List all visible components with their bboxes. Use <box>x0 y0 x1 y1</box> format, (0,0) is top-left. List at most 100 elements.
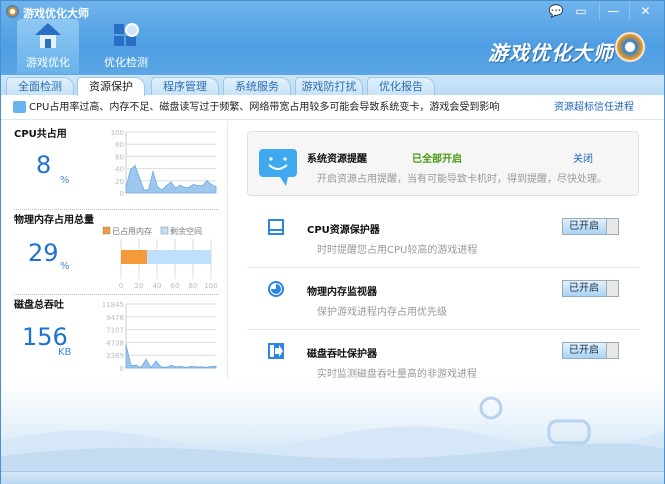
divider <box>14 294 219 295</box>
data-point <box>125 186 127 188</box>
area-series <box>125 164 217 194</box>
cpu-value: 8 <box>36 151 52 179</box>
tab-program-manage[interactable]: 程序管理 <box>151 77 219 95</box>
protector-title: 物理内存监视器 <box>307 287 377 298</box>
area-series <box>125 344 217 369</box>
toggle-label: 已开启 <box>569 345 599 356</box>
data-point <box>197 185 199 187</box>
data-point <box>195 366 197 368</box>
data-point <box>161 189 163 191</box>
y-tick-label: 9476 <box>106 314 124 322</box>
app-window: 游戏优化大师 💬 ▭ — ✕ 游戏优化 优化检测 游戏优化大师 全面检测 资源保… <box>0 0 665 484</box>
trusted-process-link[interactable]: 资源超标信任进程 <box>554 95 634 120</box>
cpu-chart: 100 80 60 40 20 0 <box>111 129 217 198</box>
scan-icon <box>114 23 139 46</box>
brand-logo-text: 游戏优化大师 <box>488 41 614 65</box>
nav-optimize-check[interactable]: 优化检测 <box>95 19 157 74</box>
tab-resource-protect[interactable]: 资源保护 <box>77 77 145 96</box>
data-point <box>143 189 145 191</box>
data-point <box>135 364 137 366</box>
tab-full-check[interactable]: 全面检测 <box>6 77 74 95</box>
y-tick-label: 0 <box>120 365 124 373</box>
data-point <box>215 365 217 367</box>
info-text: CPU占用率过高、内存不足、磁盘读写过于频繁、网络带宽占用较多可能会导致系统变卡… <box>29 102 500 113</box>
data-point <box>155 360 157 362</box>
x-tick-label: 80 <box>189 282 198 290</box>
x-tick-label: 0 <box>119 282 123 290</box>
cpu-title: CPU共占用 <box>14 129 67 140</box>
data-point <box>174 187 177 189</box>
data-point <box>138 177 141 179</box>
protector-desc: 时时提醒您占用CPU较高的游戏进程 <box>317 245 478 256</box>
memory-pie-icon <box>268 281 284 297</box>
minimize-button[interactable]: — <box>599 2 627 20</box>
feedback-icon[interactable]: 💬 <box>546 2 566 20</box>
app-logo-icon <box>6 5 19 18</box>
data-point <box>165 366 167 369</box>
x-tick-label: 60 <box>171 282 180 290</box>
tab-bar: 全面检测 资源保护 程序管理 系统服务 游戏防打扰 优化报告 <box>1 75 664 96</box>
data-point <box>188 186 190 189</box>
data-point <box>170 364 172 366</box>
legend-label: 剩余空间 <box>170 226 202 236</box>
disk-icon <box>268 343 284 359</box>
x-tick-label: 20 <box>135 282 144 290</box>
y-tick-label: 2369 <box>106 352 124 360</box>
header: 游戏优化大师 💬 ▭ — ✕ 游戏优化 优化检测 游戏优化大师 <box>1 1 664 75</box>
reminder-desc: 开启资源占用提醒，当有可能导致卡机时，得到提醒，尽快处理。 <box>317 174 607 185</box>
data-point <box>170 181 172 183</box>
data-point <box>205 366 207 369</box>
toggle-label: 已开启 <box>569 221 599 232</box>
data-point <box>210 183 213 186</box>
reminder-close-link[interactable]: 关闭 <box>573 150 593 165</box>
monitor-icon <box>13 101 26 113</box>
y-tick-label: 60 <box>115 153 124 161</box>
reminder-card: 系统资源提醒 已全部开启 关闭 开启资源占用提醒，当有可能导致卡机时，得到提醒，… <box>247 131 639 196</box>
cpu-icon <box>268 219 284 235</box>
y-tick-label: 100 <box>111 129 124 137</box>
skin-icon[interactable]: ▭ <box>571 2 591 20</box>
x-tick-label: 40 <box>153 282 162 290</box>
data-point <box>190 365 192 367</box>
data-point <box>160 366 162 368</box>
memory-chart: 已占用内存 剩余空间 0 20 40 60 80 100 <box>102 226 218 290</box>
data-point <box>192 183 195 186</box>
cpu-protector-toggle[interactable]: 已开启 <box>562 218 619 235</box>
home-icon <box>35 23 61 48</box>
y-tick-label: 80 <box>115 141 124 149</box>
close-button[interactable]: ✕ <box>629 2 661 20</box>
data-point <box>140 366 142 369</box>
data-point <box>183 186 186 189</box>
legend-swatch <box>160 226 169 235</box>
protector-desc: 保护游戏进程内存占用优先级 <box>317 307 447 318</box>
decorative-footer <box>1 381 664 471</box>
y-tick-label: 40 <box>115 166 124 174</box>
memory-unit: % <box>60 261 70 272</box>
legend-swatch <box>102 226 111 235</box>
resource-panel: CPU共占用 8 % 100 80 60 40 20 0 物理内存占用总量 29 % 已占… <box>6 121 228 379</box>
bar-segment <box>121 250 148 264</box>
x-tick-label: 100 <box>204 282 217 290</box>
memory-value: 29 <box>28 239 59 267</box>
data-point <box>156 186 159 188</box>
data-point <box>175 366 177 368</box>
data-point <box>130 364 132 366</box>
cpu-protector-row: CPU资源保护器 时时提醒您占用CPU较高的游戏进程 已开启 <box>247 206 639 268</box>
tab-game-no-disturb[interactable]: 游戏防打扰 <box>295 77 363 95</box>
y-tick-label: 7107 <box>106 327 124 335</box>
memory-monitor-toggle[interactable]: 已开启 <box>562 280 619 297</box>
tab-system-service[interactable]: 系统服务 <box>223 77 291 95</box>
data-point <box>125 344 127 346</box>
disk-protector-toggle[interactable]: 已开启 <box>562 342 619 359</box>
data-point <box>134 164 136 167</box>
status-bar <box>1 471 664 484</box>
tab-optimize-report[interactable]: 优化报告 <box>367 77 435 95</box>
data-point <box>206 180 208 182</box>
nav-game-optimize[interactable]: 游戏优化 <box>17 19 79 74</box>
disk-unit: KB <box>58 347 72 358</box>
memory-title: 物理内存占用总量 <box>14 215 94 226</box>
legend-label: 已占用内存 <box>112 226 152 236</box>
data-point <box>147 189 150 191</box>
y-tick-label: 20 <box>115 178 124 186</box>
data-point <box>180 365 182 367</box>
